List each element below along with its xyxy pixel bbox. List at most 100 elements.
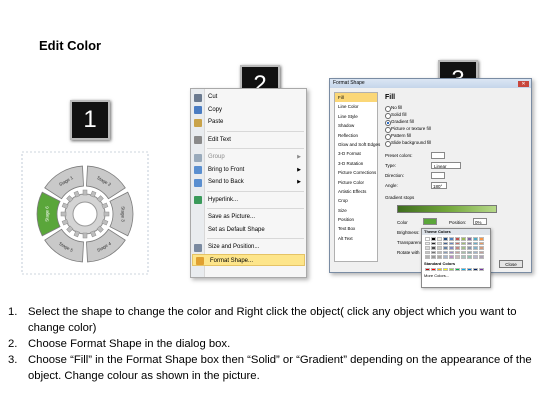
color-swatch[interactable] [431,267,436,271]
color-swatch[interactable] [425,241,430,245]
color-swatch[interactable] [425,255,430,259]
color-swatch[interactable] [467,255,472,259]
fill-option-radio[interactable]: Gradient fill [383,118,529,126]
color-swatch[interactable] [437,255,442,259]
color-swatch[interactable] [467,246,472,250]
menu-item-send-to-back[interactable]: Send to Back ▶ [191,176,306,189]
nav-item[interactable]: Picture Color [335,178,377,187]
fill-option-radio[interactable]: No fill [383,104,529,112]
more-colors-link[interactable]: More Colors... [422,273,490,278]
stage-diagram[interactable]: Stage 1 Stage 2Stage 3Stage 4Stage 5Stage… [20,150,150,276]
color-swatch[interactable] [479,241,484,245]
color-swatch[interactable] [443,250,448,254]
color-swatch[interactable] [431,241,436,245]
color-swatch[interactable] [461,246,466,250]
color-swatch[interactable] [467,237,472,241]
gradient-stops-bar[interactable] [397,205,497,213]
nav-item[interactable]: Size [335,206,377,215]
nav-item[interactable]: 3-D Format [335,149,377,158]
color-swatch[interactable] [455,241,460,245]
color-swatch[interactable] [455,267,460,271]
nav-item[interactable]: Glow and Soft Edges [335,140,380,149]
nav-item[interactable]: Shadow [335,121,377,130]
menu-item-group[interactable]: Group ▶ [191,151,306,164]
angle-input[interactable]: 180° [431,182,447,189]
color-swatch[interactable] [467,241,472,245]
menu-item-size-and-position[interactable]: Size and Position... [191,241,306,254]
fill-option-radio[interactable]: Slide background fill [383,139,529,147]
color-swatch[interactable] [431,237,436,241]
color-swatch[interactable] [443,241,448,245]
color-swatch[interactable] [461,267,466,271]
color-swatch[interactable] [437,246,442,250]
color-swatch[interactable] [479,267,484,271]
menu-item-format-shape[interactable]: Format Shape... [192,253,305,266]
type-dropdown[interactable]: Linear [431,162,461,169]
color-swatch[interactable] [425,250,430,254]
fill-option-radio[interactable]: Pattern fill [383,132,529,140]
color-swatch[interactable] [479,246,484,250]
color-swatch[interactable] [437,237,442,241]
menu-item-hyperlink[interactable]: Hyperlink... [191,194,306,207]
color-swatch[interactable] [473,246,478,250]
menu-item-save-as-picture[interactable]: Save as Picture... [191,211,306,224]
nav-item[interactable]: Fill [335,93,377,103]
menu-item-set-as-default-shape[interactable]: Set as Default Shape [191,224,306,237]
color-swatch[interactable] [455,246,460,250]
color-swatch[interactable] [425,237,430,241]
color-swatch[interactable] [455,255,460,259]
color-swatch[interactable] [461,250,466,254]
position-input[interactable]: 0% [473,218,487,225]
color-swatch[interactable] [431,255,436,259]
color-swatch[interactable] [473,255,478,259]
color-swatch[interactable] [473,267,478,271]
color-swatch[interactable] [467,267,472,271]
color-swatch[interactable] [455,237,460,241]
color-swatch[interactable] [443,255,448,259]
menu-item-cut[interactable]: Cut [191,91,306,104]
nav-item[interactable]: Text Box [335,224,377,233]
color-swatch[interactable] [449,237,454,241]
color-swatch[interactable] [425,246,430,250]
color-swatch[interactable] [437,250,442,254]
color-swatch[interactable] [431,250,436,254]
close-button[interactable]: Close [499,260,523,268]
fill-option-radio[interactable]: Picture or texture fill [383,125,529,133]
nav-item[interactable]: Artistic Effects [335,187,377,196]
nav-item[interactable]: Reflection [335,131,377,140]
color-swatch[interactable] [443,237,448,241]
menu-item-copy[interactable]: Copy [191,104,306,117]
color-swatch[interactable] [437,267,442,271]
menu-item-paste[interactable]: Paste [191,116,306,129]
color-swatch[interactable] [467,250,472,254]
color-swatch[interactable] [461,241,466,245]
fill-option-radio[interactable]: Solid fill [383,111,529,119]
nav-item[interactable]: Alt Text [335,234,377,243]
color-swatch[interactable] [455,250,460,254]
nav-item[interactable]: Line Style [335,112,377,121]
color-swatch[interactable] [431,246,436,250]
color-swatch[interactable] [449,255,454,259]
color-swatch[interactable] [479,255,484,259]
color-swatch[interactable] [473,241,478,245]
menu-item-bring-to-front[interactable]: Bring to Front ▶ [191,164,306,177]
color-swatch[interactable] [473,250,478,254]
color-swatch[interactable] [443,246,448,250]
color-swatch[interactable] [443,267,448,271]
nav-item[interactable]: Line Color [335,102,377,111]
menu-item-edit-text[interactable]: Edit Text [191,134,306,147]
color-swatch[interactable] [449,246,454,250]
color-swatch[interactable] [437,241,442,245]
color-swatch[interactable] [461,237,466,241]
color-swatch[interactable] [449,250,454,254]
color-swatch[interactable] [479,237,484,241]
color-button[interactable] [423,218,437,225]
preset-colors-dropdown[interactable] [431,152,445,159]
nav-item[interactable]: Crop [335,196,377,205]
nav-item[interactable]: 3-D Rotation [335,159,377,168]
color-swatch[interactable] [449,241,454,245]
color-swatch[interactable] [479,250,484,254]
nav-item[interactable]: Picture Corrections [335,168,377,177]
color-swatch[interactable] [473,237,478,241]
color-swatch[interactable] [449,267,454,271]
